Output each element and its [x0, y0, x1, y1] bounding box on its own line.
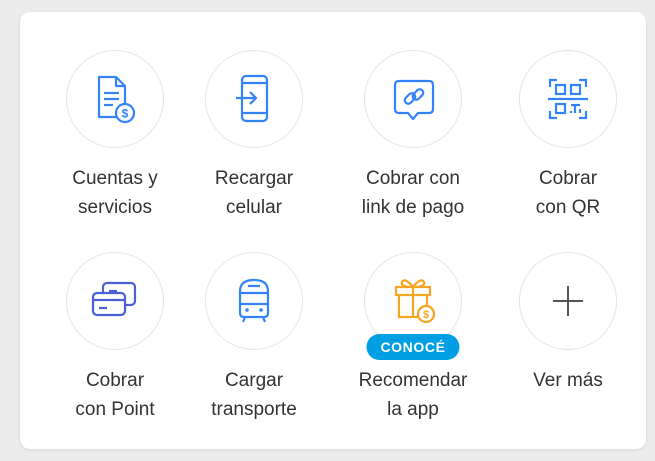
- action-icon-circle: [364, 50, 462, 148]
- action-label-line1: Cobrar con: [366, 168, 460, 189]
- bill-icon: $: [97, 75, 136, 124]
- action-label: Cuentas y servicios: [40, 164, 190, 222]
- svg-text:$: $: [423, 309, 429, 321]
- plus-icon: [553, 286, 583, 316]
- action-label-line1: Ver más: [533, 370, 603, 391]
- action-icon-circle: [205, 50, 303, 148]
- action-label-line1: Cobrar: [85, 370, 145, 391]
- action-label-line2: servicios: [78, 197, 152, 218]
- action-icon-circle: [205, 252, 303, 350]
- action-label-line2: transporte: [211, 399, 297, 420]
- action-label: Cobrar con Point: [40, 366, 190, 424]
- action-icon-circle: [519, 252, 617, 350]
- action-icon-circle: $: [66, 50, 164, 148]
- action-label: Cargar transporte: [179, 366, 329, 424]
- action-label-line2: celular: [226, 197, 282, 218]
- quick-actions-card: $ Cuentas y servicios Recargar celular C…: [20, 12, 646, 449]
- action-label-line1: Cobrar: [538, 168, 598, 189]
- action-label-line2: con Point: [75, 399, 155, 420]
- action-label-line1: Recomendar: [358, 370, 468, 391]
- action-label: Ver más: [493, 366, 643, 395]
- action-label: Cobrar con link de pago: [338, 164, 488, 222]
- action-label: Recomendar la app: [338, 366, 488, 424]
- action-icon-circle: [66, 252, 164, 350]
- action-label-line2: con QR: [535, 197, 601, 218]
- action-label: Recargar celular: [179, 164, 329, 222]
- action-label-line1: Cargar: [224, 370, 284, 391]
- qr-code-icon: [548, 78, 588, 120]
- phone-recharge-icon: [236, 74, 269, 123]
- action-label-line2: link de pago: [361, 197, 465, 218]
- conoce-badge[interactable]: CONOCÉ: [366, 334, 460, 360]
- svg-text:$: $: [122, 107, 129, 121]
- action-label-line2: la app: [387, 399, 439, 420]
- card-reader-icon: [91, 281, 137, 317]
- gift-icon: $: [394, 279, 436, 324]
- action-label: Cobrar con QR: [493, 164, 643, 222]
- action-icon-circle: [519, 50, 617, 148]
- bus-icon: [238, 278, 270, 323]
- link-chat-icon: [393, 79, 435, 121]
- action-label-line1: Recargar: [214, 168, 294, 189]
- action-label-line1: Cuentas y: [72, 168, 158, 189]
